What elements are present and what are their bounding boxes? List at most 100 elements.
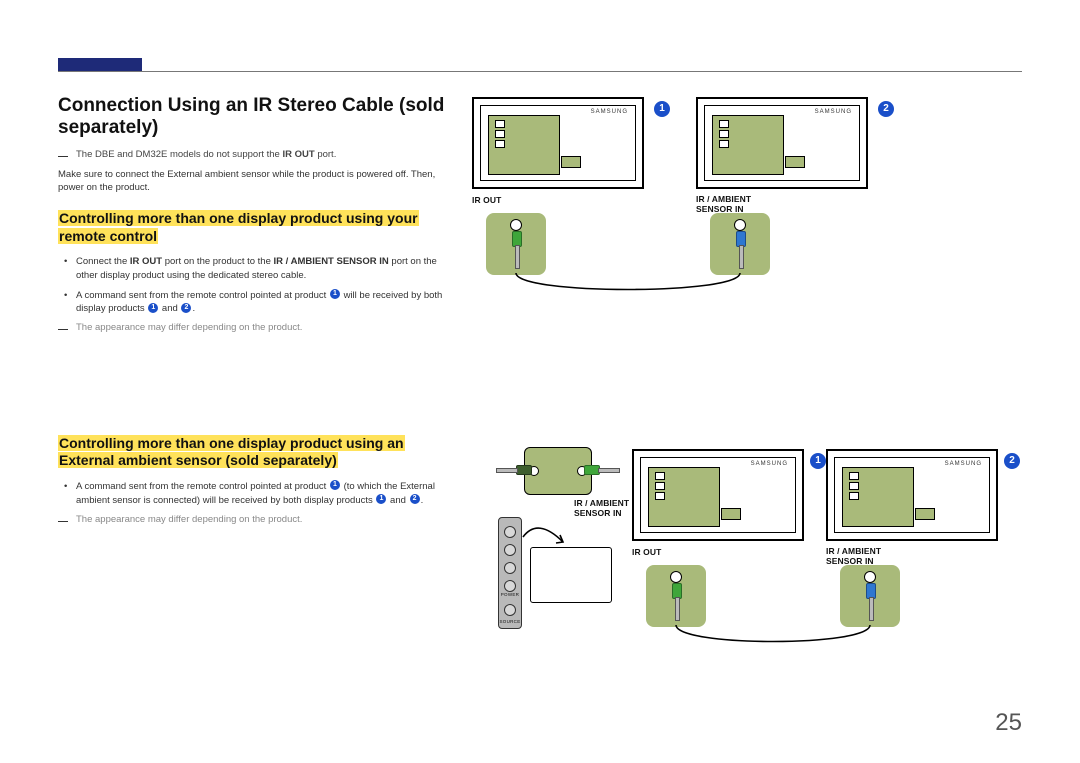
subheading-1-text: Controlling more than one display produc… — [58, 210, 419, 244]
s2b1-a: A command sent from the remote control p… — [76, 481, 329, 492]
s1b1-pre: Connect the — [76, 256, 130, 267]
diagram1-badge-1: 1 — [654, 101, 670, 117]
monitor-pcb — [648, 467, 720, 527]
remote-btn-icon — [504, 562, 516, 574]
note1-bold: IR OUT — [282, 149, 314, 160]
note-text: The DBE and DM32E models do not support … — [76, 149, 336, 162]
left-column: Connection Using an IR Stereo Cable (sol… — [58, 95, 454, 532]
diagram1-monitor-2: SAMSUNG — [696, 97, 868, 189]
pcb-port-icon — [849, 492, 859, 500]
external-sensor-box-icon — [530, 547, 612, 603]
monitor-frame: SAMSUNG — [696, 97, 868, 189]
jack-shaft-icon — [496, 468, 518, 473]
diagram-1: 1 2 SAMSUNG — [468, 95, 1028, 305]
remote-control-icon: POWER SOURCE — [498, 517, 522, 629]
diagram2-portbox-irout — [646, 565, 706, 627]
num-badge-1: 1 — [330, 289, 340, 299]
diagram2-irambient-label-right: IR / AMBIENT SENSOR IN — [826, 547, 906, 567]
note-dash-icon — [58, 329, 68, 330]
monitor-frame: SAMSUNG — [826, 449, 998, 541]
socket-icon — [734, 219, 746, 231]
note-dash-icon — [58, 156, 68, 157]
samsung-logo: SAMSUNG — [591, 109, 628, 115]
bullet-s1-1: Connect the IR OUT port on the product t… — [76, 255, 454, 283]
page-title: Connection Using an IR Stereo Cable (sol… — [58, 95, 454, 139]
irout-label: IR OUT — [472, 195, 501, 205]
page: Connection Using an IR Stereo Cable (sol… — [0, 0, 1080, 763]
diagram2-monitor-1: SAMSUNG — [632, 449, 804, 541]
num-badge-1d: 1 — [376, 494, 386, 504]
content-area: Connection Using an IR Stereo Cable (sol… — [58, 95, 1022, 723]
appearance-text-2: The appearance may differ depending on t… — [76, 514, 302, 527]
pcb-port-icon — [719, 130, 729, 138]
num-badge-2b: 2 — [410, 494, 420, 504]
subheading-1: Controlling more than one display produc… — [58, 210, 454, 245]
jack-shaft-icon — [675, 597, 680, 621]
s2b1-d: . — [421, 495, 424, 506]
monitor-pcb — [488, 115, 560, 175]
diagram2-irout-label: IR OUT — [632, 547, 661, 557]
diagram2-badge-1: 1 — [810, 453, 826, 469]
appearance-text-1: The appearance may differ depending on t… — [76, 322, 302, 335]
samsung-logo: SAMSUNG — [751, 461, 788, 467]
spacer — [58, 341, 454, 419]
pcb-port-icon — [495, 120, 505, 128]
s1b2-d: . — [192, 303, 195, 314]
s1b1-mid: port on the product to the — [162, 256, 273, 267]
diagram-area: 1 2 SAMSUNG — [468, 95, 1022, 723]
irambient-label: IR / AMBIENT SENSOR IN — [696, 195, 776, 215]
pcb-port-icon — [849, 482, 859, 490]
dark-green-jack-icon — [492, 465, 532, 473]
sensor-olive-block — [524, 447, 592, 495]
monitor-pcb — [842, 467, 914, 527]
pcb-port-icon — [849, 472, 859, 480]
diagram1-badge-2: 2 — [878, 101, 894, 117]
remote-btn-icon — [504, 604, 516, 616]
pcb-slot-icon — [915, 508, 935, 520]
s1b1-bold2: IR / AMBIENT SENSOR IN — [274, 256, 389, 267]
bullet-s1-2: A command sent from the remote control p… — [76, 289, 454, 317]
num-badge-1c: 1 — [330, 480, 340, 490]
blue-jack-icon — [866, 583, 874, 625]
jack-handle-icon — [516, 465, 532, 475]
pcb-port-icon — [719, 140, 729, 148]
diagram2-monitor-2: SAMSUNG — [826, 449, 998, 541]
green-jack-icon — [584, 465, 624, 473]
pcb-port-icon — [719, 120, 729, 128]
green-jack-icon — [672, 583, 680, 625]
jack-shaft-icon — [515, 245, 520, 269]
pcb-slot-icon — [721, 508, 741, 520]
pcb-slot-icon — [561, 156, 581, 168]
num-badge-1b: 1 — [148, 303, 158, 313]
jack-shaft-icon — [598, 468, 620, 473]
remote-btn-icon — [504, 526, 516, 538]
appearance-note-1: The appearance may differ depending on t… — [58, 322, 454, 335]
bullet-list-2: A command sent from the remote control p… — [58, 480, 454, 508]
bullet-list-1: Connect the IR OUT port on the product t… — [58, 255, 454, 316]
body-text-1: Make sure to connect the External ambien… — [58, 168, 454, 195]
note-dash-icon — [58, 521, 68, 522]
bullet-s2-1: A command sent from the remote control p… — [76, 480, 454, 508]
s1b1-bold1: IR OUT — [130, 256, 162, 267]
blue-jack-icon — [736, 231, 744, 273]
note1-post: port. — [315, 149, 337, 160]
pcb-port-icon — [495, 130, 505, 138]
pcb-port-icon — [655, 492, 665, 500]
jack-shaft-icon — [869, 597, 874, 621]
num-badge-2: 2 — [181, 303, 191, 313]
note1-pre: The DBE and DM32E models do not support … — [76, 149, 282, 160]
s2b1-c: and — [387, 495, 408, 506]
monitor-frame: SAMSUNG — [472, 97, 644, 189]
appearance-note-2: The appearance may differ depending on t… — [58, 514, 454, 527]
diagram1-portbox-irambient — [710, 213, 770, 275]
pcb-port-icon — [495, 140, 505, 148]
remote-btn-icon — [504, 580, 516, 592]
monitor-pcb — [712, 115, 784, 175]
jack-shaft-icon — [739, 245, 744, 269]
s1b2-c: and — [159, 303, 180, 314]
remote-source-label: SOURCE — [499, 619, 521, 624]
top-rule — [58, 71, 1022, 72]
subheading-2: Controlling more than one display produc… — [58, 435, 454, 470]
pcb-slot-icon — [785, 156, 805, 168]
pcb-port-icon — [655, 482, 665, 490]
